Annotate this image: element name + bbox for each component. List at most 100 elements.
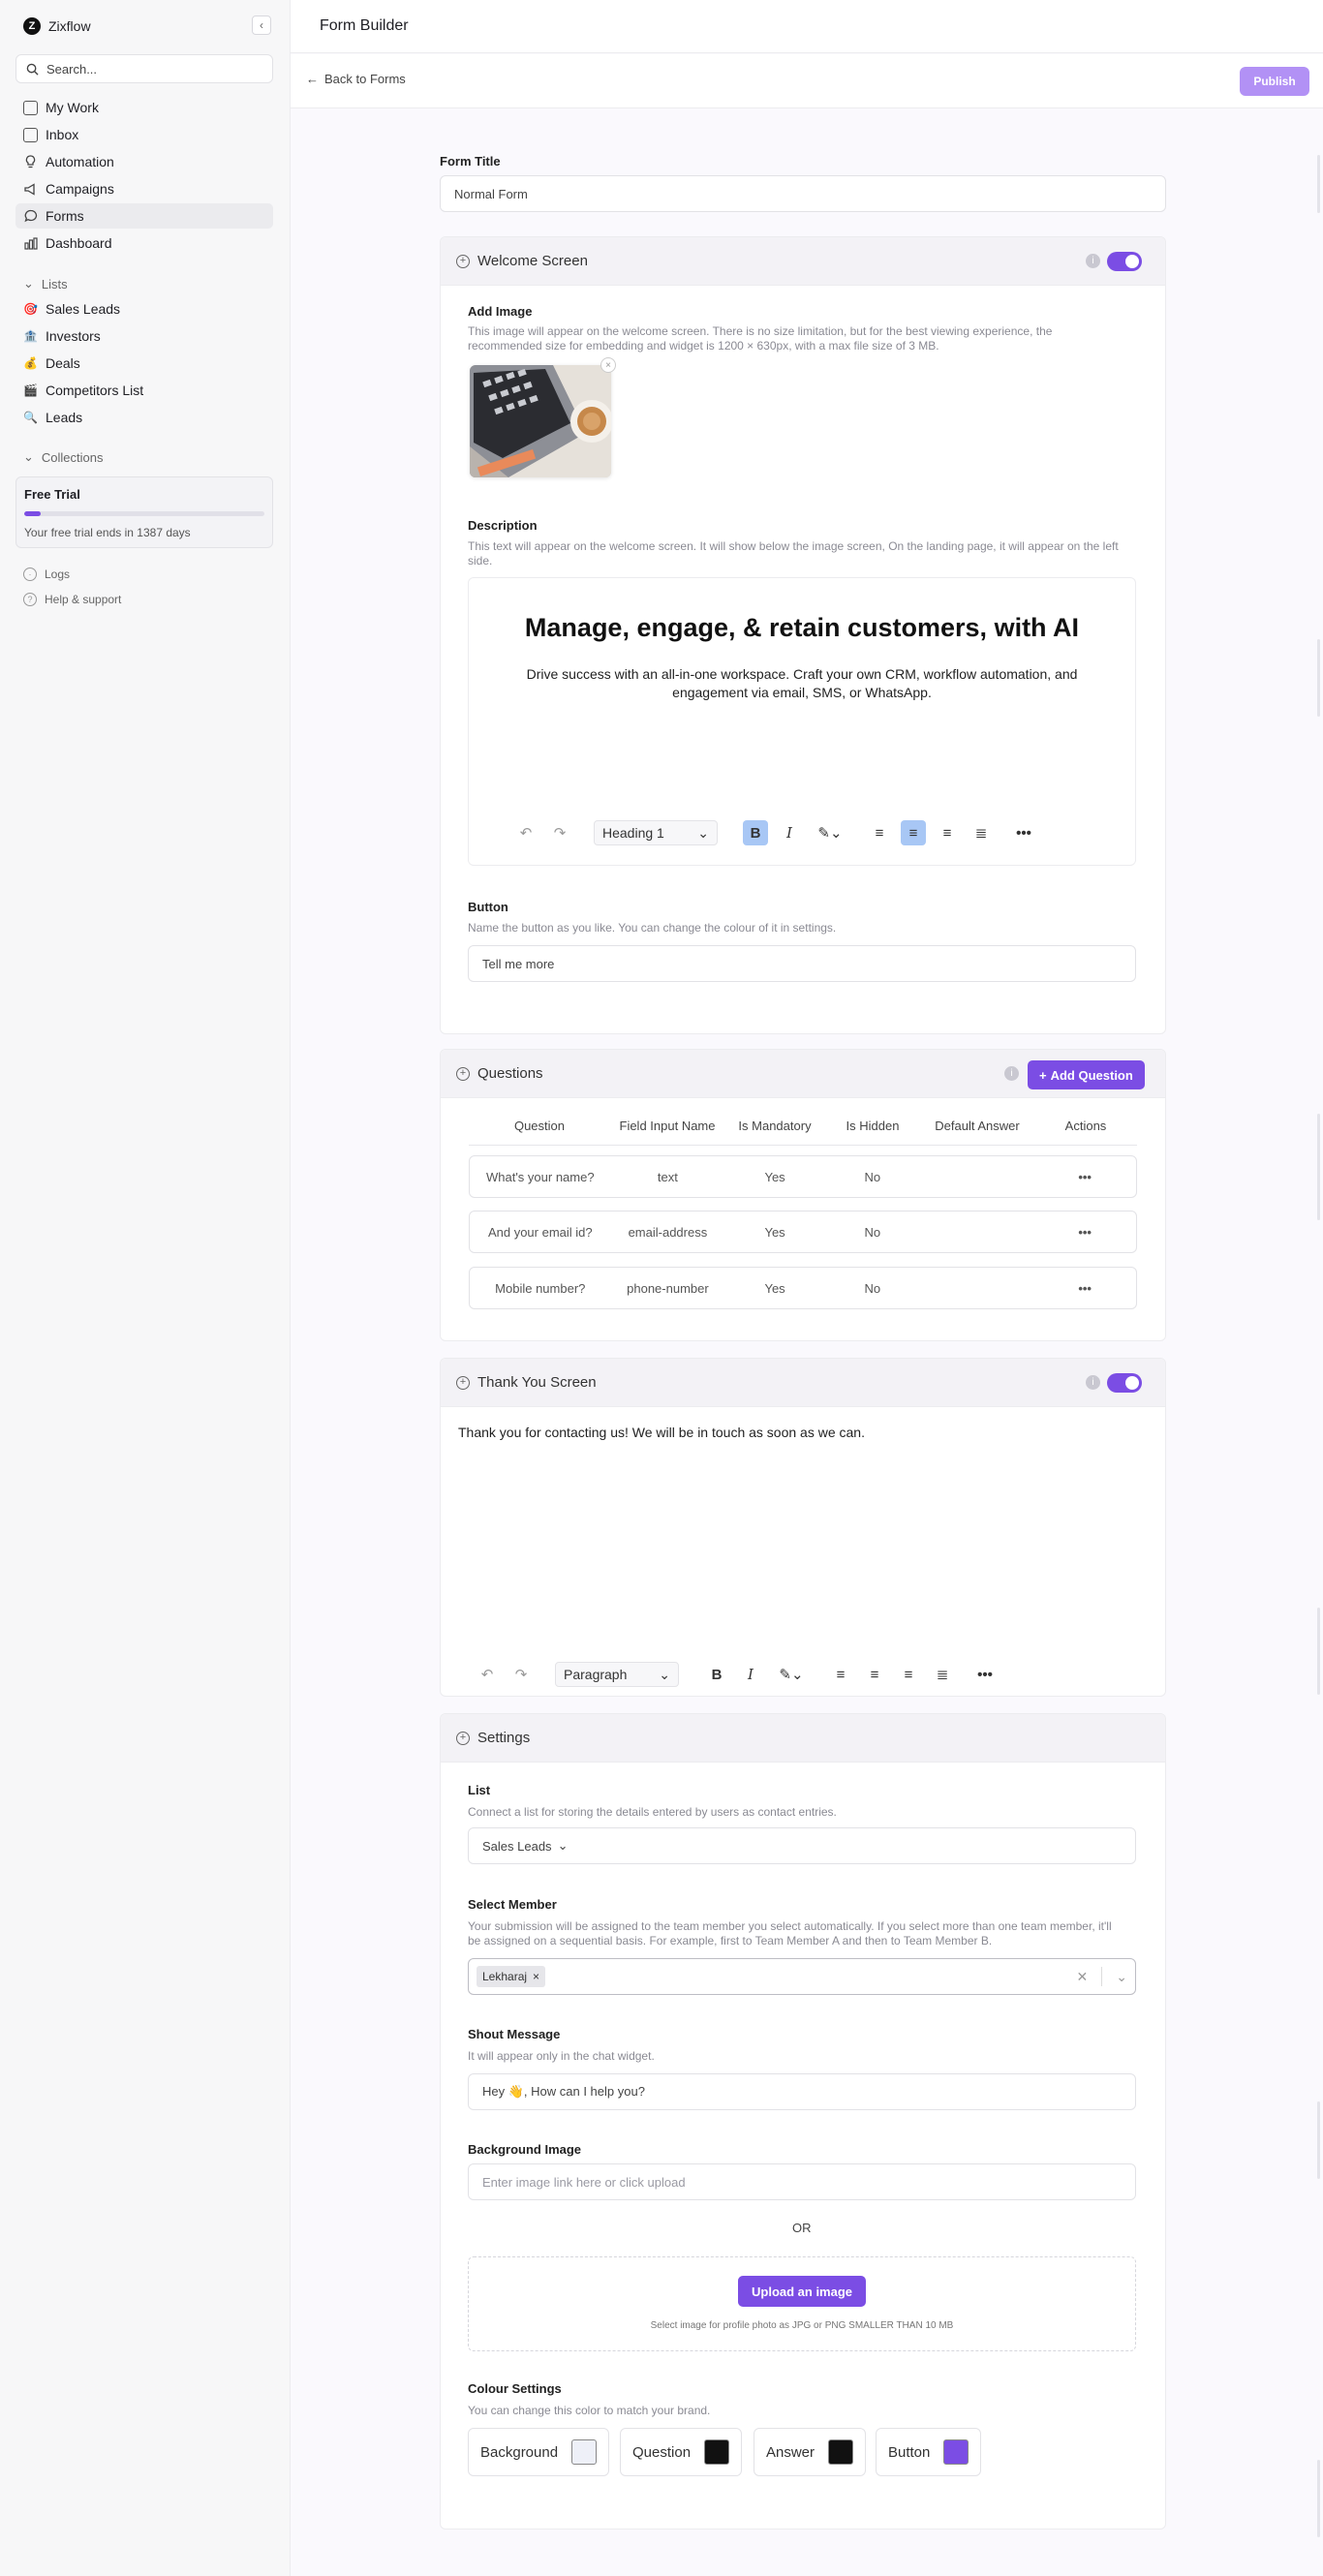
column-header: Default Answer (935, 1119, 1020, 1133)
publish-button[interactable]: Publish (1240, 67, 1309, 96)
nav-item-forms[interactable]: Forms (15, 203, 273, 229)
undo-icon[interactable]: ↶ (475, 1662, 500, 1687)
sidebar-search[interactable]: Search... (15, 54, 273, 83)
colour-swatch[interactable] (704, 2439, 730, 2465)
button-colour-picker[interactable]: Button (876, 2428, 982, 2476)
remove-image-button[interactable]: × (600, 357, 616, 373)
free-trial-card[interactable]: Free Trial Your free trial ends in 1387 … (15, 476, 273, 548)
nav-item-automation[interactable]: Automation (15, 149, 273, 174)
align-justify-icon[interactable]: ≣ (969, 820, 994, 845)
back-to-forms-link[interactable]: ← Back to Forms (306, 72, 406, 86)
align-center-icon[interactable]: ≡ (862, 1662, 887, 1687)
brand[interactable]: Z Zixflow (23, 17, 91, 35)
upload-hint: Select image for profile photo as JPG or… (650, 2320, 954, 2331)
list-hint: Connect a list for storing the details e… (468, 1805, 837, 1819)
list-item-competitors[interactable]: 🎬 Competitors List (15, 378, 273, 403)
nav-item-inbox[interactable]: Inbox (15, 122, 273, 147)
bank-icon: 🏦 (23, 329, 38, 343)
block-type-select[interactable]: Heading 1 ⌄ (594, 820, 718, 845)
list-item-sales-leads[interactable]: 🎯 Sales Leads (15, 296, 273, 322)
clear-icon[interactable]: ✕ (1077, 1969, 1089, 1985)
colour-settings-hint: You can change this color to match your … (468, 2404, 711, 2417)
upload-image-button[interactable]: Upload an image (738, 2276, 867, 2307)
back-label: Back to Forms (324, 72, 406, 86)
background-colour-picker[interactable]: Background (468, 2428, 610, 2476)
italic-icon[interactable]: I (738, 1662, 763, 1687)
colour-swatch[interactable] (828, 2439, 854, 2465)
highlight-icon[interactable]: ✎⌄ (811, 820, 849, 845)
align-center-icon[interactable]: ≡ (901, 820, 926, 845)
member-multiselect[interactable]: Lekharaj × ✕ ⌄ (468, 1958, 1136, 1995)
remove-tag-icon[interactable]: × (533, 1970, 539, 1983)
row-actions-icon[interactable]: ••• (1033, 1225, 1136, 1240)
list-select[interactable]: Sales Leads ⌄ (468, 1827, 1136, 1864)
main-nav: My Work Inbox Automation Campaigns Forms (15, 95, 273, 258)
question-row[interactable]: And your email id? email-address Yes No … (469, 1211, 1137, 1253)
chat-bubble-icon (23, 209, 38, 224)
question-row[interactable]: Mobile number? phone-number Yes No ••• (469, 1267, 1137, 1309)
align-right-icon[interactable]: ≡ (896, 1662, 921, 1687)
highlight-icon[interactable]: ✎⌄ (772, 1662, 811, 1687)
help-label: Help & support (45, 593, 122, 606)
list-item-leads[interactable]: 🔍 Leads (15, 405, 273, 430)
chevron-down-icon[interactable]: ⌄ (1116, 1969, 1127, 1985)
sidebar: Z Zixflow ‹ Search... My Work Inbox Auto… (0, 0, 291, 2576)
more-options-icon[interactable]: ••• (1011, 820, 1036, 845)
editor-paragraph[interactable]: Drive success with an all-in-one workspa… (469, 665, 1135, 702)
question-colour-picker[interactable]: Question (620, 2428, 743, 2476)
block-type-select[interactable]: Paragraph ⌄ (555, 1662, 679, 1687)
align-left-icon[interactable]: ≡ (828, 1662, 853, 1687)
nav-item-campaigns[interactable]: Campaigns (15, 176, 273, 201)
thank-you-card: + Thank You Screen i (440, 1358, 1166, 1697)
list-item-deals[interactable]: 💰 Deals (15, 351, 273, 376)
italic-icon[interactable]: I (777, 820, 802, 845)
welcome-image-thumbnail[interactable] (470, 365, 611, 477)
info-icon[interactable]: i (1086, 254, 1100, 268)
undo-icon[interactable]: ↶ (513, 820, 538, 845)
thank-you-header[interactable]: + Thank You Screen i (441, 1359, 1165, 1407)
welcome-screen-toggle[interactable] (1107, 252, 1142, 271)
chevron-down-icon: ⌄ (23, 449, 34, 464)
form-title-input[interactable]: Normal Form (440, 175, 1166, 212)
question-row[interactable]: What's your name? text Yes No ••• (469, 1155, 1137, 1198)
lists-section-toggle[interactable]: ⌄ Lists (23, 276, 68, 291)
list-item-investors[interactable]: 🏦 Investors (15, 323, 273, 349)
background-image-input[interactable]: Enter image link here or click upload (468, 2163, 1136, 2200)
add-question-button[interactable]: + Add Question (1028, 1060, 1145, 1089)
align-justify-icon[interactable]: ≣ (930, 1662, 955, 1687)
bold-icon[interactable]: B (743, 820, 768, 845)
align-left-icon[interactable]: ≡ (867, 820, 892, 845)
select-member-hint: Your submission will be assigned to the … (468, 1919, 1112, 1947)
logs-link[interactable]: · Logs (23, 562, 121, 587)
welcome-screen-header[interactable]: + Welcome Screen i (441, 237, 1165, 286)
nav-item-dashboard[interactable]: Dashboard (15, 230, 273, 256)
question-text: What's your name? (485, 1169, 595, 1184)
collections-section-toggle[interactable]: ⌄ Collections (23, 449, 104, 465)
plus-circle-icon: + (456, 1375, 470, 1390)
shout-message-input[interactable]: Hey 👋, How can I help you? (468, 2073, 1136, 2110)
description-editor[interactable]: Manage, engage, & retain customers, with… (468, 577, 1136, 866)
info-icon[interactable]: i (1086, 1375, 1100, 1390)
row-actions-icon[interactable]: ••• (1033, 1281, 1136, 1296)
mandatory-value: Yes (764, 1169, 785, 1184)
help-link[interactable]: ? Help & support (23, 587, 121, 612)
info-icon[interactable]: i (1004, 1066, 1019, 1081)
nav-item-my-work[interactable]: My Work (15, 95, 273, 120)
settings-header[interactable]: + Settings (441, 1714, 1165, 1763)
answer-colour-picker[interactable]: Answer (754, 2428, 867, 2476)
welcome-button-input[interactable]: Tell me more (468, 945, 1136, 982)
scroll-indicator (1317, 1608, 1320, 1695)
bold-icon[interactable]: B (704, 1662, 729, 1687)
redo-icon[interactable]: ↷ (547, 820, 572, 845)
collapse-sidebar-button[interactable]: ‹ (252, 15, 271, 35)
thank-you-text[interactable]: Thank you for contacting us! We will be … (458, 1425, 865, 1440)
colour-swatch[interactable] (571, 2439, 598, 2465)
thank-you-toggle[interactable] (1107, 1373, 1142, 1393)
align-right-icon[interactable]: ≡ (935, 820, 960, 845)
more-options-icon[interactable]: ••• (972, 1662, 998, 1687)
block-type-value: Paragraph (564, 1667, 628, 1682)
redo-icon[interactable]: ↷ (508, 1662, 534, 1687)
row-actions-icon[interactable]: ••• (1033, 1170, 1136, 1184)
colour-swatch[interactable] (943, 2439, 969, 2465)
editor-heading[interactable]: Manage, engage, & retain customers, with… (469, 613, 1135, 643)
